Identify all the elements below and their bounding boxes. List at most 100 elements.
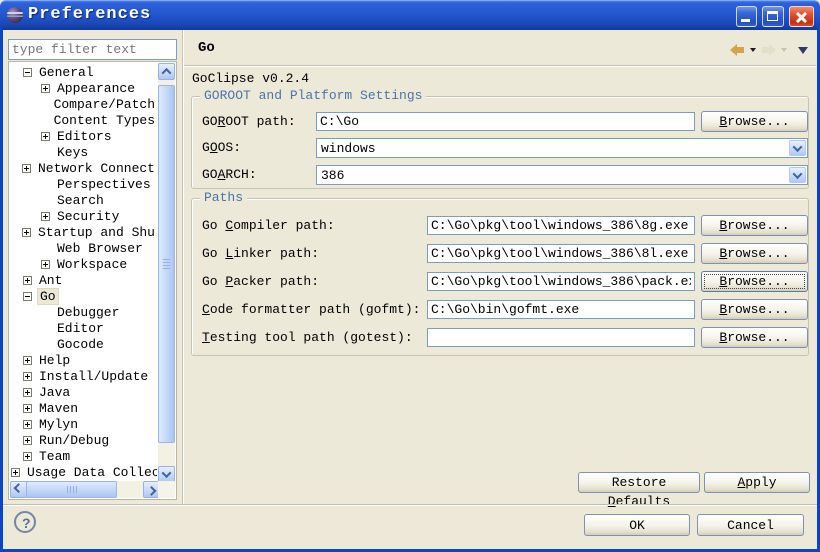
tree-item-label: Run/Debug	[37, 433, 111, 448]
chevron-left-icon	[14, 483, 24, 493]
expand-icon[interactable]	[23, 404, 32, 413]
ok-button[interactable]: OK	[584, 514, 690, 536]
expand-icon[interactable]	[22, 228, 31, 237]
close-button[interactable]	[789, 6, 814, 27]
tree-item-compare-patch[interactable]: Compare/Patch	[11, 96, 157, 112]
tree-item-java[interactable]: Java	[11, 384, 157, 400]
goclipse-version-label: GoClipse v0.2.4	[192, 71, 309, 86]
filter-input[interactable]	[8, 39, 177, 60]
tree-item-workspace[interactable]: Workspace	[11, 256, 157, 272]
expand-icon[interactable]	[41, 260, 50, 269]
goos-combo[interactable]: windows	[316, 138, 808, 158]
tree-item-network-connect[interactable]: Network Connect	[11, 160, 157, 176]
tree-item-ant[interactable]: Ant	[11, 272, 157, 288]
scrollbar-corner	[158, 481, 175, 498]
back-history-dropdown-icon[interactable]	[750, 48, 756, 52]
goroot-browse-button[interactable]: Browse...	[701, 111, 808, 132]
collapse-icon[interactable]	[23, 292, 32, 301]
tree-item-mylyn[interactable]: Mylyn	[11, 416, 157, 432]
expand-icon[interactable]	[23, 276, 32, 285]
help-button[interactable]: ?	[14, 511, 36, 533]
maximize-button[interactable]	[762, 6, 784, 27]
tree-item-editor[interactable]: Editor	[11, 320, 157, 336]
tree-item-web-browser[interactable]: Web Browser	[11, 240, 157, 256]
expand-icon[interactable]	[11, 468, 20, 477]
tree-item-perspectives[interactable]: Perspectives	[11, 176, 157, 192]
tree-indent	[11, 424, 23, 425]
packer-path-row: Go Packer path: Browse...	[202, 271, 800, 293]
expand-icon[interactable]	[41, 84, 50, 93]
expand-icon[interactable]	[22, 164, 31, 173]
tree-item-usage-data-collect[interactable]: Usage Data Collect	[11, 464, 157, 480]
expand-icon[interactable]	[23, 356, 32, 365]
apply-button[interactable]: Apply	[704, 472, 810, 493]
tree-item-label: Web Browser	[55, 241, 145, 256]
footer-separator	[0, 504, 820, 505]
expand-icon[interactable]	[41, 132, 50, 141]
go-packer-path-label: Go Packer path:	[202, 271, 319, 292]
back-icon[interactable]	[730, 44, 745, 56]
tree-item-search[interactable]: Search	[11, 192, 157, 208]
tree-item-security[interactable]: Security	[11, 208, 157, 224]
tree-item-startup-and-shu[interactable]: Startup and Shu	[11, 224, 157, 240]
tree-item-content-types[interactable]: Content Types	[11, 112, 157, 128]
gofmt-browse-button[interactable]: Browse...	[701, 299, 808, 320]
group-title: GOROOT and Platform Settings	[200, 88, 426, 103]
horizontal-scroll-thumb[interactable]	[26, 481, 117, 498]
tree-item-editors[interactable]: Editors	[11, 128, 157, 144]
code-formatter-path-input[interactable]	[427, 300, 695, 319]
minimize-button[interactable]	[736, 6, 757, 27]
view-menu-icon[interactable]	[798, 47, 808, 54]
tree-indent	[11, 152, 41, 153]
go-packer-path-input[interactable]	[427, 272, 695, 291]
tree-item-debugger[interactable]: Debugger	[11, 304, 157, 320]
collapse-icon[interactable]	[23, 68, 32, 77]
expand-icon[interactable]	[41, 212, 50, 221]
maximize-icon	[767, 11, 778, 21]
goarch-combo[interactable]: 386	[316, 165, 808, 185]
tree-indent	[11, 456, 23, 457]
go-linker-path-input[interactable]	[427, 244, 695, 263]
tree-indent	[11, 184, 41, 185]
restore-defaults-button[interactable]: Restore Defaults	[578, 472, 700, 493]
goos-combo-dropdown-button[interactable]	[789, 140, 806, 156]
expand-icon[interactable]	[23, 420, 32, 429]
tree-item-keys[interactable]: Keys	[11, 144, 157, 160]
tree-item-install-update[interactable]: Install/Update	[11, 368, 157, 384]
goarch-combo-value: 386	[321, 167, 344, 184]
gotest-browse-button[interactable]: Browse...	[701, 327, 808, 348]
tree-item-maven[interactable]: Maven	[11, 400, 157, 416]
scroll-up-button[interactable]	[158, 63, 175, 80]
cancel-button[interactable]: Cancel	[697, 514, 804, 536]
tree-item-team[interactable]: Team	[11, 448, 157, 464]
compiler-browse-button[interactable]: Browse...	[701, 215, 808, 236]
packer-browse-button[interactable]: Browse...	[701, 271, 808, 292]
expand-icon[interactable]	[23, 372, 32, 381]
tree-item-help[interactable]: Help	[11, 352, 157, 368]
tree-list: GeneralAppearanceCompare/PatchContent Ty…	[11, 64, 157, 481]
expand-icon[interactable]	[23, 388, 32, 397]
tree-item-label: Debugger	[55, 305, 121, 320]
testing-tool-path-input[interactable]	[427, 328, 695, 347]
linker-browse-button[interactable]: Browse...	[701, 243, 808, 264]
window-title: Preferences	[28, 5, 151, 24]
tree-indent	[11, 344, 41, 345]
go-compiler-path-input[interactable]	[427, 216, 695, 235]
expand-icon[interactable]	[23, 436, 32, 445]
vertical-scroll-thumb[interactable]	[158, 85, 175, 443]
goroot-path-input[interactable]	[316, 112, 695, 131]
vertical-scrollbar[interactable]	[158, 63, 175, 483]
tree-item-general[interactable]: General	[11, 64, 157, 80]
tree-item-appearance[interactable]: Appearance	[11, 80, 157, 96]
go-linker-path-label: Go Linker path:	[202, 243, 319, 264]
scroll-left-button[interactable]	[10, 481, 27, 498]
tree-indent	[11, 408, 23, 409]
tree-item-go[interactable]: Go	[11, 288, 157, 304]
expand-icon[interactable]	[23, 452, 32, 461]
tree-item-run-debug[interactable]: Run/Debug	[11, 432, 157, 448]
goarch-combo-dropdown-button[interactable]	[789, 167, 806, 183]
tree-item-label: Go	[37, 288, 59, 305]
panel-divider	[182, 30, 183, 504]
tree-item-gocode[interactable]: Gocode	[11, 336, 157, 352]
horizontal-scrollbar[interactable]	[10, 481, 160, 498]
